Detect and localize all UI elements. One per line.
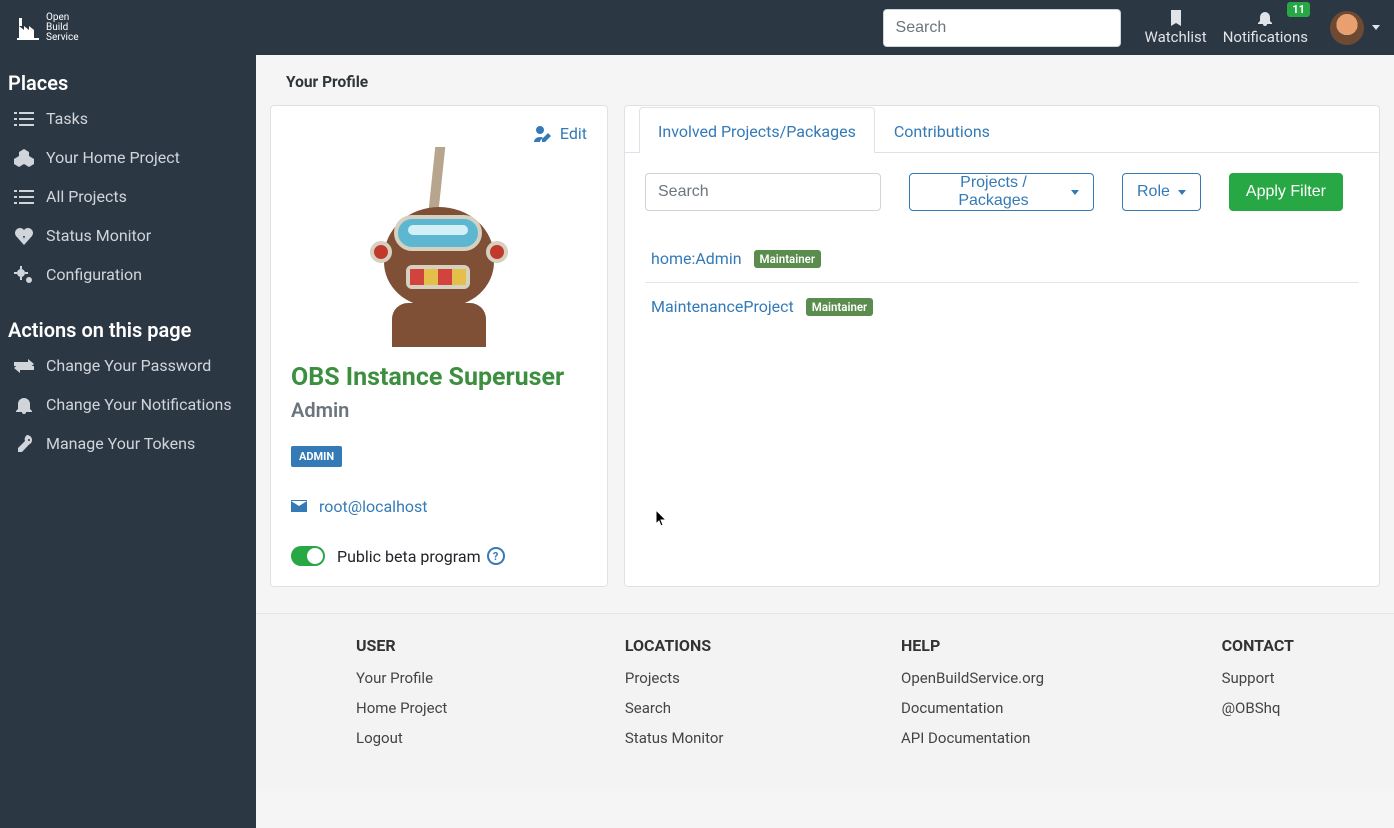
footer-link-obshq[interactable]: @OBShq	[1222, 699, 1294, 717]
profile-username: Admin	[291, 398, 587, 422]
role-badge: Maintainer	[806, 298, 873, 316]
footer-link-your-profile[interactable]: Your Profile	[356, 669, 447, 687]
profile-avatar	[291, 147, 587, 347]
footer-locations-heading: LOCATIONS	[625, 636, 724, 655]
sidebar-places-heading: Places	[0, 63, 256, 99]
breadcrumb: Your Profile	[256, 55, 1394, 105]
bookmark-icon	[1169, 10, 1183, 28]
apply-filter-button[interactable]: Apply Filter	[1229, 173, 1343, 211]
sidebar-action-change-notifications[interactable]: Change Your Notifications	[0, 385, 256, 424]
projects-list: home:Admin Maintainer MaintenanceProject…	[645, 235, 1359, 330]
header-bar: OpenBuildService Watchlist 11 Notificati…	[0, 0, 1394, 55]
role-dropdown[interactable]: Role	[1122, 173, 1201, 211]
list-item: home:Admin Maintainer	[645, 235, 1359, 283]
footer-help-heading: HELP	[901, 636, 1044, 655]
bell-icon	[1257, 10, 1273, 28]
footer-link-support[interactable]: Support	[1222, 669, 1294, 687]
sidebar-item-status-monitor[interactable]: Status Monitor	[0, 216, 256, 255]
sidebar-item-tasks[interactable]: Tasks	[0, 99, 256, 138]
global-search-input[interactable]	[883, 9, 1121, 47]
bell-icon	[10, 396, 38, 414]
edit-profile-link[interactable]: Edit	[534, 124, 587, 143]
brand-text: OpenBuildService	[46, 13, 79, 43]
profile-email-link[interactable]: root@localhost	[291, 497, 587, 516]
footer-link-api-documentation[interactable]: API Documentation	[901, 729, 1044, 747]
notifications-link[interactable]: 11 Notifications	[1223, 10, 1308, 46]
avatar	[1330, 11, 1364, 45]
footer-user-heading: USER	[356, 636, 447, 655]
footer: USER Your Profile Home Project Logout LO…	[256, 613, 1394, 789]
projects-packages-dropdown[interactable]: Projects / Packages	[909, 173, 1094, 211]
tabs: Involved Projects/Packages Contributions	[625, 106, 1379, 153]
watchlist-label: Watchlist	[1145, 28, 1207, 46]
beta-label: Public beta program	[337, 547, 481, 566]
profile-card: Edit OBS Instance	[270, 105, 608, 587]
sidebar-actions-heading: Actions on this page	[0, 310, 256, 346]
key-icon	[10, 435, 38, 453]
sidebar-item-label: Tasks	[46, 109, 88, 128]
sidebar-item-label: Change Your Notifications	[46, 395, 232, 414]
dropdown-label: Projects / Packages	[924, 174, 1063, 210]
projects-card: Involved Projects/Packages Contributions…	[624, 105, 1380, 587]
sidebar-item-label: Your Home Project	[46, 148, 180, 167]
footer-contact-heading: CONTACT	[1222, 636, 1294, 655]
notifications-count-badge: 11	[1287, 2, 1310, 17]
sidebar-action-change-password[interactable]: Change Your Password	[0, 346, 256, 385]
caret-down-icon	[1178, 190, 1186, 195]
user-edit-icon	[534, 126, 554, 142]
beta-toggle[interactable]	[291, 546, 325, 566]
tab-contributions[interactable]: Contributions	[875, 107, 1009, 153]
sidebar-item-label: Status Monitor	[46, 226, 151, 245]
tab-involved[interactable]: Involved Projects/Packages	[639, 107, 875, 153]
caret-down-icon	[1071, 190, 1079, 195]
user-menu-toggle[interactable]	[1330, 11, 1380, 45]
sidebar-item-home-project[interactable]: Your Home Project	[0, 138, 256, 177]
footer-link-projects[interactable]: Projects	[625, 669, 724, 687]
footer-link-obs-org[interactable]: OpenBuildService.org	[901, 669, 1044, 687]
watchlist-link[interactable]: Watchlist	[1145, 10, 1207, 46]
sidebar: Places Tasks Your Home Project All Proje…	[0, 55, 256, 828]
profile-email: root@localhost	[319, 497, 428, 516]
gears-icon	[10, 266, 38, 284]
sidebar-item-label: Configuration	[46, 265, 142, 284]
sidebar-item-label: All Projects	[46, 187, 127, 206]
sidebar-item-all-projects[interactable]: All Projects	[0, 177, 256, 216]
envelope-icon	[291, 497, 311, 516]
footer-link-home-project[interactable]: Home Project	[356, 699, 447, 717]
admin-badge: ADMIN	[291, 446, 342, 467]
projects-search-input[interactable]	[645, 173, 881, 211]
project-link[interactable]: MaintenanceProject	[651, 297, 794, 316]
footer-link-documentation[interactable]: Documentation	[901, 699, 1044, 717]
caret-down-icon	[1372, 25, 1380, 30]
list-check-icon	[10, 111, 38, 127]
role-badge: Maintainer	[754, 250, 821, 268]
footer-link-search[interactable]: Search	[625, 699, 724, 717]
main-content: Your Profile Edit	[256, 55, 1394, 789]
exchange-icon	[10, 358, 38, 374]
sidebar-item-label: Manage Your Tokens	[46, 434, 195, 453]
profile-display-name: OBS Instance Superuser	[291, 363, 587, 392]
list-item: MaintenanceProject Maintainer	[645, 283, 1359, 330]
brand-logo[interactable]: OpenBuildService	[14, 13, 79, 43]
list-icon	[10, 189, 38, 205]
sidebar-item-configuration[interactable]: Configuration	[0, 255, 256, 294]
heartbeat-icon	[10, 227, 38, 245]
cubes-icon	[10, 149, 38, 167]
footer-link-status-monitor[interactable]: Status Monitor	[625, 729, 724, 747]
factory-icon	[14, 14, 42, 42]
dropdown-label: Role	[1137, 183, 1170, 201]
project-link[interactable]: home:Admin	[651, 249, 742, 268]
sidebar-item-label: Change Your Password	[46, 356, 211, 375]
help-icon[interactable]: ?	[487, 547, 505, 565]
notifications-label: Notifications	[1223, 28, 1308, 46]
edit-label: Edit	[560, 124, 587, 143]
sidebar-action-manage-tokens[interactable]: Manage Your Tokens	[0, 424, 256, 463]
footer-link-logout[interactable]: Logout	[356, 729, 447, 747]
